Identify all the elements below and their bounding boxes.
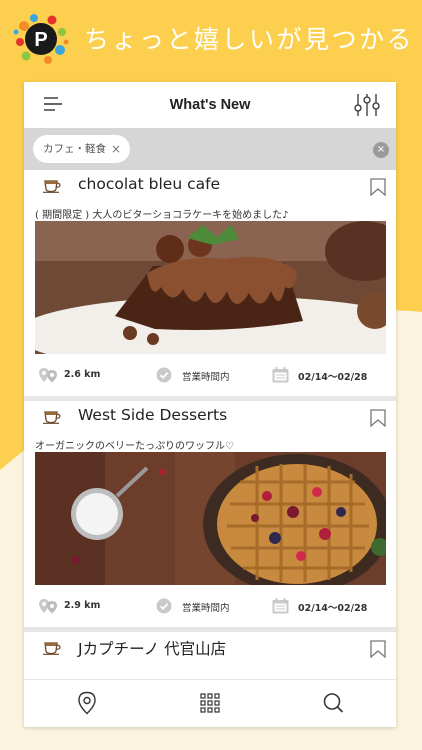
shop-caption: オーガニックのベリーたっぷりのワッフル♡ [35, 441, 234, 452]
hours-status-text: 営業時間内 [182, 603, 230, 614]
bookmark-icon[interactable] [370, 178, 386, 196]
whats-new-panel: What's New カフェ・軽食 × × chocolat bleu cafe… [24, 82, 396, 727]
category-chip[interactable]: カフェ・軽食 × [33, 135, 130, 163]
shop-name: West Side Desserts [78, 406, 228, 424]
page-title: What's New [169, 97, 251, 113]
logo-letter: P [34, 29, 47, 51]
top-bar: What's New [24, 82, 396, 128]
coffee-cup-icon [43, 642, 61, 655]
filter-bar: カフェ・軽食 × × [24, 128, 396, 170]
coffee-cup-icon [43, 411, 61, 424]
chip-remove-icon[interactable]: × [111, 135, 121, 163]
distance-text: 2.6 km [64, 369, 101, 380]
app-header: P ちょっと嬉しいが見つかる [0, 0, 422, 78]
period-text: 02/14〜02/28 [298, 372, 368, 383]
category-chip-label: カフェ・軽食 [43, 143, 106, 155]
hours-status-text: 営業時間内 [182, 372, 230, 383]
app-tagline: ちょっと嬉しいが見つかる [84, 25, 415, 54]
check-badge-icon [156, 598, 172, 614]
grid-icon[interactable] [199, 691, 221, 715]
distance-text: 2.9 km [64, 600, 101, 611]
shop-name: Jカプチーノ 代官山店 [78, 640, 227, 658]
shop-card[interactable]: Jカプチーノ 代官山店 [24, 632, 396, 679]
check-badge-icon [156, 367, 172, 383]
map-pin-icon[interactable] [76, 691, 98, 715]
shop-caption: ( 期間限定 ) 大人のビターショコラケーキを始めました♪ [35, 210, 289, 221]
location-pins-icon [39, 599, 57, 614]
location-pins-icon [39, 368, 57, 383]
bookmark-icon[interactable] [370, 409, 386, 427]
shop-card[interactable]: West Side Desserts オーガニックのベリーたっぷりのワッフル♡ [24, 401, 396, 627]
bottom-nav [24, 679, 396, 727]
berry-waffle-photo [35, 452, 386, 585]
calendar-icon [272, 367, 289, 383]
search-icon[interactable] [322, 691, 344, 715]
app-logo: P [13, 14, 69, 64]
clear-filter-button[interactable]: × [373, 142, 389, 158]
chocolate-cake-photo [35, 221, 386, 354]
coffee-cup-icon [43, 180, 61, 193]
shop-name: chocolat bleu cafe [78, 175, 221, 193]
shop-card[interactable]: chocolat bleu cafe ( 期間限定 ) 大人のビターショコラケー… [24, 170, 396, 396]
period-text: 02/14〜02/28 [298, 603, 368, 614]
filter-settings-icon[interactable] [354, 93, 380, 117]
bookmark-icon[interactable] [370, 640, 386, 658]
calendar-icon [272, 598, 289, 614]
